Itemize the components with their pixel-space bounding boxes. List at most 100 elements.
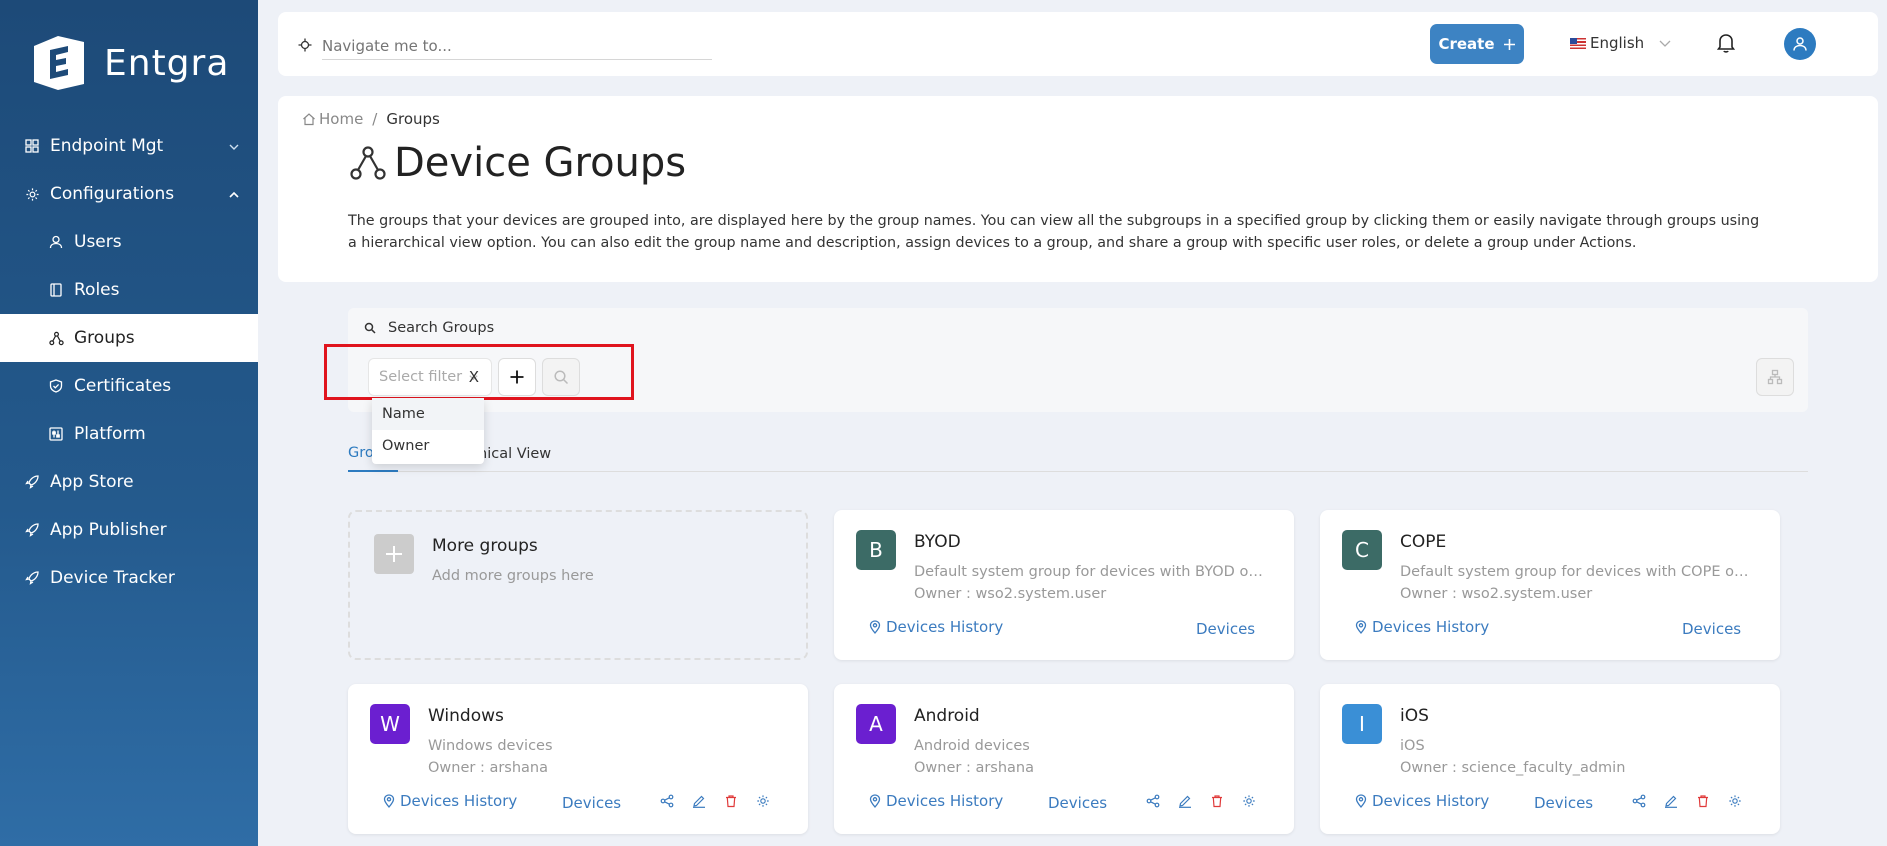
group-badge: I	[1342, 704, 1382, 744]
sidebar-item-label: Certificates	[74, 376, 172, 396]
sidebar-item-configurations[interactable]: Configurations	[0, 170, 258, 218]
plus-icon	[374, 534, 414, 574]
devices-link[interactable]: Devices	[1048, 794, 1107, 812]
breadcrumb-home[interactable]: Home	[319, 110, 363, 128]
devices-history-link[interactable]: Devices History	[382, 792, 517, 810]
edit-icon[interactable]	[692, 794, 708, 810]
edit-icon[interactable]	[1664, 794, 1680, 810]
chevron-down-icon	[228, 138, 240, 158]
shield-icon	[48, 378, 64, 394]
sidebar-item-endpoint-mgt[interactable]: Endpoint Mgt	[0, 122, 258, 170]
devices-history-label: Devices History	[1372, 792, 1490, 810]
group-owner: Owner : arshana	[914, 760, 1035, 776]
devices-link[interactable]: Devices	[1534, 794, 1593, 812]
group-owner: Owner : wso2.system.user	[914, 586, 1107, 602]
create-button[interactable]: Create	[1430, 24, 1524, 64]
avatar[interactable]	[1784, 28, 1816, 60]
brand-logo[interactable]: Entgra	[28, 32, 229, 94]
page-header: Home / Groups Device Groups The groups t…	[278, 96, 1878, 282]
location-pin-icon	[1355, 794, 1367, 808]
hierarchy-icon	[1767, 369, 1783, 385]
devices-link[interactable]: Devices	[1682, 620, 1741, 638]
delete-icon[interactable]	[724, 794, 740, 810]
group-name: COPE	[1400, 532, 1447, 552]
sidebar-item-users[interactable]: Users	[0, 218, 258, 266]
group-badge: W	[370, 704, 410, 744]
devices-history-label: Devices History	[400, 792, 518, 810]
page-title: Device Groups	[348, 140, 686, 186]
gear-icon	[24, 186, 40, 202]
sidebar-item-app-publisher[interactable]: App Publisher	[0, 506, 258, 554]
navigate-input[interactable]	[322, 32, 712, 60]
group-card-cope[interactable]: C COPE Default system group for devices …	[1320, 510, 1780, 660]
group-owner: Owner : arshana	[428, 760, 549, 776]
more-groups-subtitle: Add more groups here	[432, 568, 594, 584]
sidebar-item-platform[interactable]: Platform	[0, 410, 258, 458]
sidebar-item-groups[interactable]: Groups	[0, 314, 258, 362]
group-card-byod[interactable]: B BYOD Default system group for devices …	[834, 510, 1294, 660]
group-owner: Owner : science_faculty_admin	[1400, 760, 1626, 776]
filter-option-owner[interactable]: Owner	[372, 430, 484, 462]
search-groups-text: Search Groups	[388, 320, 495, 336]
view-tabs: Gro hical View	[348, 436, 1808, 472]
sliders-icon	[48, 426, 64, 442]
settings-icon[interactable]	[1728, 794, 1744, 810]
sidebar-item-device-tracker[interactable]: Device Tracker	[0, 554, 258, 602]
sidebar-item-label: Device Tracker	[50, 568, 175, 588]
create-button-label: Create	[1438, 35, 1495, 53]
sidebar-item-app-store[interactable]: App Store	[0, 458, 258, 506]
language-selector[interactable]: English	[1570, 34, 1672, 52]
group-description: iOS	[1400, 738, 1425, 754]
group-description: Default system group for devices with BY…	[914, 564, 1274, 580]
delete-icon[interactable]	[1210, 794, 1226, 810]
groups-icon	[350, 146, 386, 180]
devices-history-link[interactable]: Devices History	[868, 618, 1003, 636]
group-name: Windows	[428, 706, 504, 726]
grid-icon	[24, 138, 40, 154]
more-groups-card[interactable]: More groups Add more groups here	[348, 510, 808, 660]
sidebar-nav: Endpoint Mgt Configurations Users Roles …	[0, 122, 258, 602]
group-owner: Owner : wso2.system.user	[1400, 586, 1593, 602]
group-card-android[interactable]: A Android Android devices Owner : arshan…	[834, 684, 1294, 834]
filter-options-dropdown: Name Owner	[372, 398, 484, 464]
delete-icon[interactable]	[1696, 794, 1712, 810]
share-icon[interactable]	[1632, 794, 1648, 810]
devices-history-link[interactable]: Devices History	[1354, 618, 1489, 636]
group-actions	[1146, 794, 1258, 810]
group-actions	[660, 794, 772, 810]
navigate-search	[298, 32, 712, 60]
tab-hierarchical-view[interactable]: hical View	[478, 436, 551, 472]
hierarchy-view-button[interactable]	[1756, 358, 1794, 396]
group-badge: B	[856, 530, 896, 570]
devices-history-link[interactable]: Devices History	[868, 792, 1003, 810]
devices-history-label: Devices History	[886, 792, 1004, 810]
user-icon	[1792, 36, 1808, 52]
group-card-windows[interactable]: W Windows Windows devices Owner : arshan…	[348, 684, 808, 834]
settings-icon[interactable]	[1242, 794, 1258, 810]
bell-icon[interactable]	[1716, 32, 1736, 58]
share-icon[interactable]	[660, 794, 676, 810]
sidebar-item-roles[interactable]: Roles	[0, 266, 258, 314]
devices-link[interactable]: Devices	[1196, 620, 1255, 638]
sidebar-item-label: App Store	[50, 472, 134, 492]
settings-icon[interactable]	[756, 794, 772, 810]
search-groups-label: Search Groups	[364, 320, 494, 336]
share-icon[interactable]	[1146, 794, 1162, 810]
highlight-box	[324, 344, 634, 400]
devices-history-link[interactable]: Devices History	[1354, 792, 1489, 810]
brand-name: Entgra	[104, 42, 230, 84]
group-description: Android devices	[914, 738, 1030, 754]
group-description: Default system group for devices with CO…	[1400, 564, 1760, 580]
filter-option-name[interactable]: Name	[372, 398, 484, 430]
groups-icon	[48, 330, 64, 346]
topbar: Create English	[278, 12, 1878, 76]
devices-history-label: Devices History	[886, 618, 1004, 636]
edit-icon[interactable]	[1178, 794, 1194, 810]
group-description: Windows devices	[428, 738, 553, 754]
rocket-icon	[24, 474, 40, 490]
sidebar-item-certificates[interactable]: Certificates	[0, 362, 258, 410]
plus-icon	[1503, 38, 1516, 51]
devices-link[interactable]: Devices	[562, 794, 621, 812]
group-card-ios[interactable]: I iOS iOS Owner : science_faculty_admin …	[1320, 684, 1780, 834]
home-icon[interactable]	[302, 112, 316, 126]
